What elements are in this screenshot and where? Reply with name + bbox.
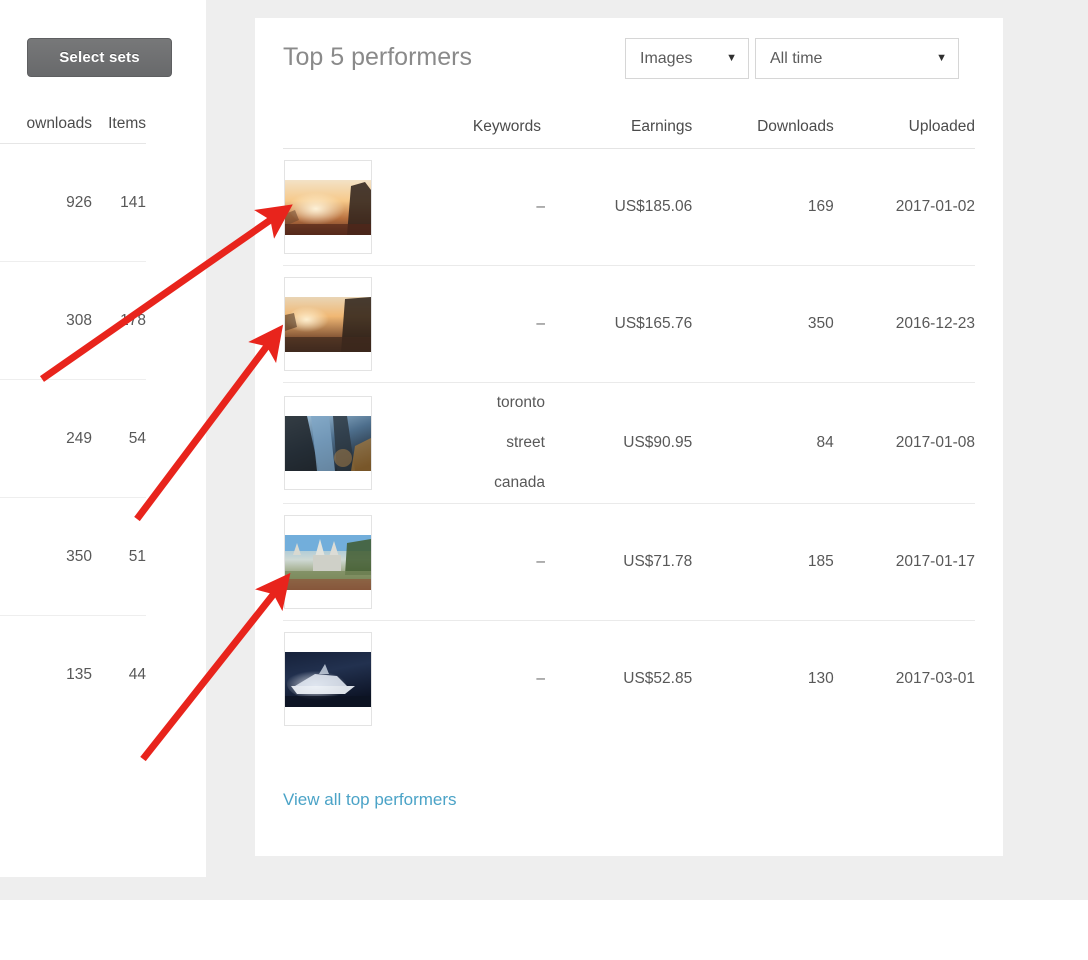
asset-type-select[interactable]: Images ▼ [625, 38, 749, 79]
cell-uploaded: 2016-12-23 [837, 265, 975, 383]
thumbnail-frame[interactable] [284, 515, 372, 609]
keyword-chip[interactable]: street [408, 423, 545, 463]
table-row[interactable]: toronto street canada US$90.95 84 2017-0… [283, 382, 975, 504]
card-header: Top 5 performers Images ▼ All time ▼ [255, 18, 1003, 102]
cell-downloads: 130 [807, 670, 834, 687]
cell-downloads: 350 [696, 265, 838, 383]
table-header-row: Keywords Earnings Downloads Uploaded [283, 118, 975, 149]
time-period-select[interactable]: All time ▼ [755, 38, 959, 79]
cell-keywords: toronto street canada [394, 382, 545, 504]
select-sets-button[interactable]: Select sets [27, 38, 172, 77]
column-header-downloads[interactable]: Downloads [696, 118, 838, 149]
table-row[interactable]: 350 51 [0, 498, 146, 616]
cell-uploaded: 2017-01-02 [837, 148, 975, 266]
left-column-header-items[interactable]: Items [92, 115, 146, 133]
left-cell-downloads: 135 [66, 665, 92, 683]
cell-uploaded: 2017-03-01 [895, 670, 975, 687]
keywords-list: toronto street canada [408, 383, 545, 503]
filter-group: Images ▼ All time ▼ [625, 38, 959, 79]
cell-earnings: US$165.76 [544, 265, 697, 383]
thumbnail-frame[interactable] [284, 396, 372, 490]
column-header-thumbnail [283, 118, 395, 149]
cell-downloads: 169 [696, 148, 838, 266]
table-row[interactable]: – US$165.76 350 2016-12-23 [283, 265, 975, 383]
keyword-chip[interactable]: canada [408, 463, 545, 503]
yacht-night-thumbnail [285, 651, 371, 707]
street-sunrise-thumbnail [285, 296, 371, 352]
keywords-empty: – [536, 553, 545, 570]
cell-earnings: US$185.06 [544, 148, 697, 266]
cell-earnings: US$52.85 [623, 670, 693, 687]
left-table-header: ownloads Items [0, 115, 146, 144]
cell-keywords: – [394, 621, 545, 738]
left-column-header-downloads[interactable]: ownloads [0, 115, 93, 133]
column-header-earnings[interactable]: Earnings [544, 118, 697, 149]
left-cell-items: 54 [128, 429, 146, 447]
cell-thumbnail [283, 503, 395, 621]
cell-downloads: 84 [696, 382, 838, 504]
table-row[interactable]: 926 141 [0, 144, 146, 262]
left-stats-card: Select sets ownloads Items 926 141 308 1… [0, 0, 206, 877]
castle-park-thumbnail [285, 534, 371, 590]
cell-thumbnail [283, 621, 394, 738]
left-cell-items: 51 [128, 547, 146, 565]
keyword-chip[interactable]: toronto [408, 383, 545, 423]
keywords-empty: – [536, 198, 545, 215]
table-row[interactable]: – US$52.85 130 2017-03-01 [283, 621, 975, 738]
left-cell-downloads: 926 [66, 193, 92, 211]
cell-earnings: US$90.95 [544, 382, 697, 504]
top-performers-table: Keywords Earnings Downloads Uploaded – U… [283, 118, 975, 737]
cell-uploaded: 2017-01-08 [837, 382, 975, 504]
table-row[interactable]: – US$185.06 169 2017-01-02 [283, 148, 975, 266]
view-all-top-performers-link[interactable]: View all top performers [283, 790, 457, 810]
keywords-empty: – [536, 315, 545, 332]
cell-thumbnail [283, 265, 395, 383]
cell-downloads: 185 [696, 503, 838, 621]
thumbnail-frame[interactable] [284, 277, 372, 371]
chevron-down-icon: ▼ [726, 52, 737, 64]
thumbnail-frame[interactable] [284, 160, 372, 254]
page-title: Top 5 performers [283, 43, 472, 71]
left-cell-items: 44 [128, 665, 146, 683]
column-header-uploaded[interactable]: Uploaded [837, 118, 975, 149]
city-sunset-thumbnail [285, 179, 371, 235]
top-performers-card: Top 5 performers Images ▼ All time ▼ Key… [255, 18, 1003, 856]
left-cell-downloads: 350 [66, 547, 92, 565]
table-body: – US$185.06 169 2017-01-02 – US$165.76 3… [283, 148, 975, 738]
left-cell-downloads: 249 [66, 429, 92, 447]
keywords-empty: – [536, 670, 545, 687]
asset-type-value: Images [640, 49, 693, 67]
cell-thumbnail [283, 382, 395, 504]
left-cell-items: 141 [120, 193, 146, 211]
cell-keywords: – [394, 148, 545, 266]
chevron-down-icon: ▼ [936, 52, 947, 64]
column-header-keywords[interactable]: Keywords [394, 118, 545, 149]
cell-thumbnail [283, 148, 395, 266]
table-row[interactable]: 135 44 [0, 616, 146, 733]
cell-uploaded: 2017-01-17 [837, 503, 975, 621]
left-cell-items: 178 [120, 311, 146, 329]
thumbnail-frame[interactable] [284, 632, 372, 726]
table-row[interactable]: – US$71.78 185 2017-01-17 [283, 503, 975, 621]
toronto-buildings-thumbnail [285, 415, 371, 471]
left-stats-table: ownloads Items 926 141 308 178 249 54 35… [0, 115, 206, 733]
cell-keywords: – [394, 503, 545, 621]
left-cell-downloads: 308 [66, 311, 92, 329]
table-row[interactable]: 308 178 [0, 262, 146, 380]
table-header: Keywords Earnings Downloads Uploaded [283, 118, 975, 149]
page-root: Select sets ownloads Items 926 141 308 1… [0, 0, 1088, 960]
cell-keywords: – [394, 265, 545, 383]
table-row[interactable]: 249 54 [0, 380, 146, 498]
time-period-value: All time [770, 49, 823, 67]
cell-earnings: US$71.78 [544, 503, 697, 621]
